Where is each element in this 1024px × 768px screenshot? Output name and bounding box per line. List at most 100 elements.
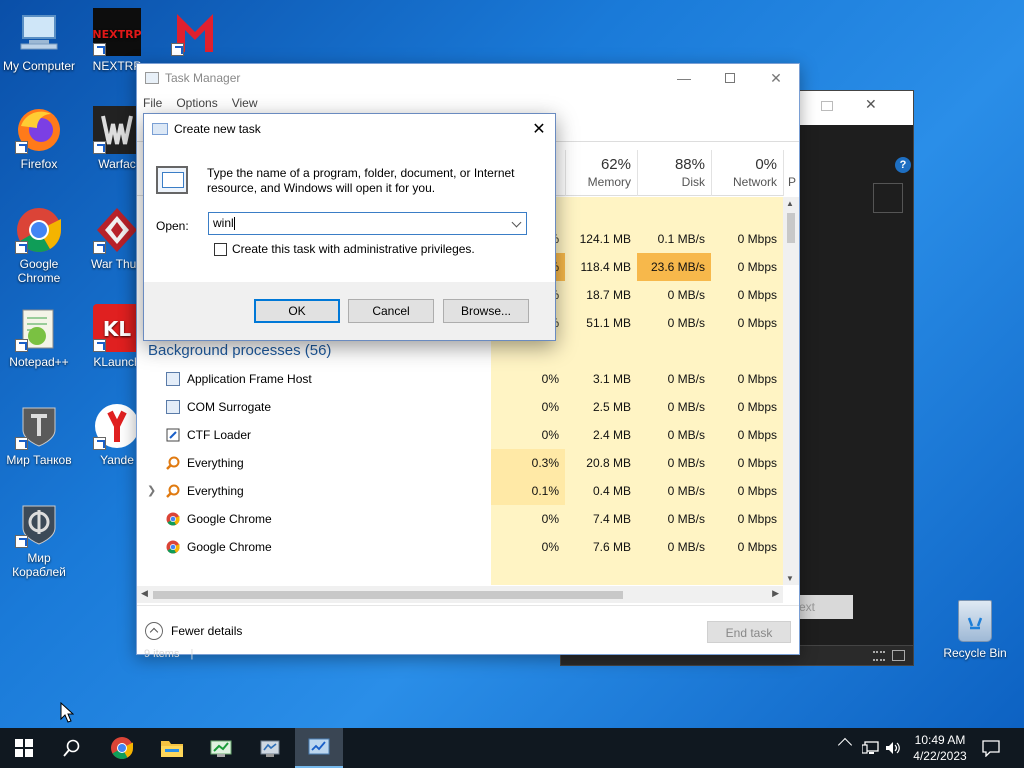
bg-input-box[interactable] [873,183,903,213]
status-items-label: 9 items [144,648,180,660]
status-items-count: 9 items | [144,648,193,660]
cpu-cell: 0% [541,512,559,526]
table-row[interactable]: Google Chrome 0% 7.4 MB 0 MB/s 0 Mbps [137,505,783,533]
close-button[interactable]: ✕ [753,64,799,92]
menu-options[interactable]: Options [176,96,217,110]
bg-maximize-icon[interactable] [821,101,833,111]
network-icon[interactable] [862,740,880,756]
desktop-icon-label: Notepad++ [9,355,69,369]
everything-search-icon [166,484,180,498]
cpu-cell: 0.1% [491,477,565,505]
taskbar-chrome[interactable] [98,728,146,768]
run-program-icon [156,166,188,194]
desktop-icon-notepadpp[interactable]: Notepad++ [0,304,78,369]
admin-privileges-checkbox-row[interactable]: Create this task with administrative pri… [214,242,475,256]
shortcut-arrow-icon [171,43,184,56]
clock[interactable]: 10:49 AM 4/22/2023 [910,732,970,764]
desktop-icon-label: Мир Танков [6,453,72,467]
column-power[interactable]: P [783,150,796,196]
admin-privileges-checkbox[interactable] [214,242,227,256]
scroll-right-icon[interactable]: ▶ [772,588,779,599]
horizontal-scroll-thumb[interactable] [153,591,623,599]
network-cell: 0 Mbps [737,400,777,414]
fewer-details-button[interactable]: Fewer details [145,622,242,640]
scroll-down-icon[interactable]: ▼ [786,574,794,583]
disk-cell: 0 MB/s [667,512,705,526]
end-task-button[interactable]: End task [707,621,791,643]
bg-help-icon[interactable]: ? [895,157,911,173]
shortcut-arrow-icon [15,241,28,254]
shortcut-arrow-icon [15,437,28,450]
open-label: Open: [156,219,189,233]
browse-button[interactable]: Browse... [443,299,529,323]
create-new-task-dialog[interactable]: Create new task ✕ Type the name of a pro… [143,113,556,341]
table-row[interactable]: Everything 0.3% 20.8 MB 0 MB/s 0 Mbps [137,449,783,477]
vertical-scrollbar[interactable]: ▲ ▼ [783,197,799,585]
desktop-icon-mir-tankov[interactable]: Мир Танков [0,402,78,467]
bg-next-button[interactable]: ext [797,595,853,619]
yandex-browser-icon [93,402,141,450]
open-input-value[interactable]: winl [213,216,234,230]
memory-cell: 7.4 MB [592,512,631,526]
tray-chevron-up-icon[interactable] [837,737,853,753]
disk-cell: 0 MB/s [667,400,705,414]
column-network[interactable]: 0% Network [711,150,783,196]
column-disk[interactable]: 88% Disk [637,150,711,196]
windows-logo-icon [15,739,33,757]
horizontal-scrollbar[interactable]: ◀ ▶ [137,586,783,603]
dropdown-chevron-icon[interactable] [510,213,524,234]
taskbar-task-manager[interactable] [295,728,343,768]
desktop-icon-my-computer[interactable]: My Computer [0,8,78,73]
monitor-chart-icon [210,740,232,757]
view-tiles-icon[interactable] [892,650,905,661]
desktop-icon-firefox[interactable]: Firefox [0,106,78,171]
ok-button[interactable]: OK [254,299,340,323]
minimize-button[interactable]: — [661,64,707,92]
notification-icon[interactable] [982,739,1000,757]
nextrp-logo-text: NEXTRP [93,28,141,41]
network-cell: 0 Mbps [737,456,777,470]
taskbar-file-explorer[interactable] [148,728,196,768]
menu-view[interactable]: View [232,96,258,110]
start-button[interactable] [0,728,48,768]
dialog-close-button[interactable]: ✕ [523,114,555,144]
open-combobox[interactable]: winl [208,212,527,235]
task-manager-icon [152,123,168,135]
background-processes-heading: Background processes (56) [148,342,332,359]
table-row[interactable]: ❯ Everything 0.1% 0.4 MB 0 MB/s 0 Mbps [137,477,783,505]
disk-total: 88% [674,156,705,173]
expand-chevron-icon[interactable]: ❯ [147,477,156,505]
network-cell: 0 Mbps [737,512,777,526]
table-row[interactable]: Application Frame Host 0% 3.1 MB 0 MB/s … [137,365,783,393]
clock-time: 10:49 AM [914,733,966,747]
desktop-icon-recycle-bin[interactable]: Recycle Bin [940,600,1010,660]
table-row[interactable]: Google Chrome 0% 7.6 MB 0 MB/s 0 Mbps [137,533,783,561]
volume-icon[interactable] [884,740,902,756]
view-details-icon[interactable] [873,651,885,661]
shortcut-arrow-icon [93,43,106,56]
memory-cell: 2.4 MB [592,428,631,442]
cancel-button[interactable]: Cancel [348,299,434,323]
memory-cell: 118.4 MB [580,260,631,274]
desktop-icon-mir-korabley[interactable]: Мир Кораблей [0,500,78,579]
task-manager-footer: Fewer details End task [137,605,799,655]
taskbar-notepad-app[interactable] [197,728,245,768]
task-manager-icon [145,72,159,84]
table-row[interactable]: COM Surrogate 0% 2.5 MB 0 MB/s 0 Mbps [137,393,783,421]
network-cell: 0 Mbps [737,540,777,554]
search-button[interactable] [48,728,96,768]
desktop-icon-m[interactable] [156,8,234,59]
desktop-icon-chrome[interactable]: Google Chrome [0,206,78,285]
vertical-scroll-thumb[interactable] [787,213,795,243]
process-name: COM Surrogate [187,400,272,414]
menu-file[interactable]: File [143,96,162,110]
dialog-description: Type the name of a program, folder, docu… [207,166,515,195]
maximize-button[interactable] [707,64,753,92]
bg-close-icon[interactable]: ✕ [865,96,877,113]
cpu-cell: 0% [541,540,559,554]
column-memory[interactable]: 62% Memory [565,150,637,196]
taskbar-system-app[interactable] [246,728,294,768]
scroll-up-icon[interactable]: ▲ [786,199,794,208]
scroll-left-icon[interactable]: ◀ [141,588,148,599]
table-row[interactable]: CTF Loader 0% 2.4 MB 0 MB/s 0 Mbps [137,421,783,449]
